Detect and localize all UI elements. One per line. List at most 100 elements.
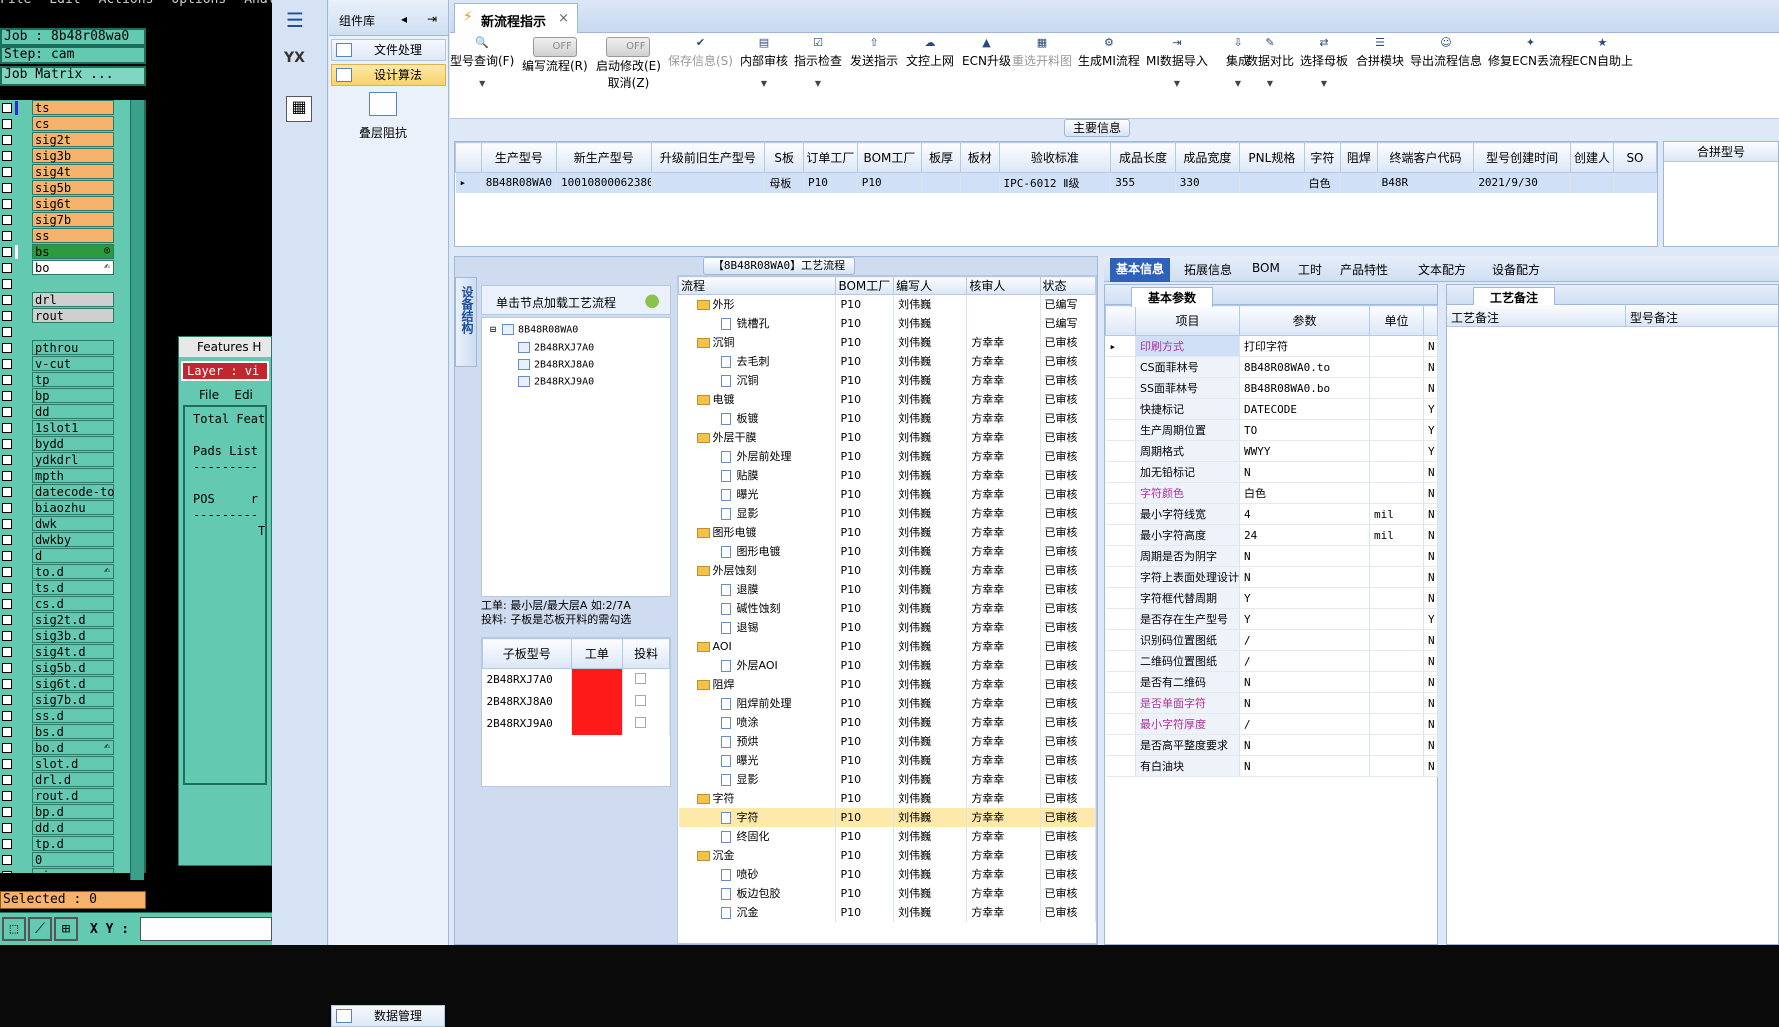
toolbar-button[interactable]: ⇧ 发送指示 (850, 33, 898, 117)
layer-row[interactable]: sig6t (0, 196, 144, 212)
flow-row[interactable]: 阻焊 P10 刘伟巍 方幸幸 已审核 (678, 674, 1096, 694)
column-header[interactable]: 阻焊 (1340, 142, 1378, 173)
layer-row[interactable]: sig3b.d (0, 628, 144, 644)
layer-row[interactable]: cs.d (0, 596, 144, 612)
layer-row[interactable]: sig4t.d (0, 644, 144, 660)
detail-tab[interactable]: 文本配方 (1418, 261, 1466, 278)
flow-row[interactable]: 板镀 P10 刘伟巍 方幸幸 已审核 (678, 408, 1096, 428)
param-value[interactable]: 8B48R08WA0.to (1239, 356, 1370, 378)
flow-row[interactable]: 曝光 P10 刘伟巍 方幸幸 已审核 (678, 484, 1096, 504)
layer-row[interactable]: sig3b (0, 148, 144, 164)
layer-name[interactable]: drl (32, 292, 114, 307)
layer-name[interactable]: drl.d (32, 772, 114, 787)
layer-name[interactable] (32, 276, 114, 291)
expand-icon[interactable]: ⊟ (490, 325, 502, 336)
param-value[interactable]: 8B48R08WA0.bo (1239, 377, 1370, 399)
param-row[interactable]: 周期格式 WWYY Y (1105, 440, 1438, 462)
flow-row[interactable]: 曝光 P10 刘伟巍 方幸幸 已审核 (678, 750, 1096, 770)
flow-row[interactable]: 板边包胶 P10 刘伟巍 方幸幸 已审核 (678, 883, 1096, 903)
param-value[interactable]: DATECODE (1239, 398, 1370, 420)
cam-menu-item[interactable]: Edit (49, 0, 80, 7)
param-row[interactable]: 有白油块 N N (1105, 755, 1438, 777)
flow-step-cell[interactable]: 图形电镀 (678, 541, 837, 561)
layer-checkbox[interactable] (2, 423, 12, 433)
layer-name[interactable]: bo (32, 260, 114, 275)
tree-node[interactable]: 2B48RXJ8A0 (518, 359, 594, 371)
flow-row[interactable]: 铣槽孔 P10 刘伟巍 已编写 (678, 313, 1096, 333)
layer-name[interactable]: bo.d (32, 740, 114, 755)
flow-step-cell[interactable]: 阻焊 (678, 674, 837, 694)
layer-row[interactable]: ss.d (0, 708, 144, 724)
layer-name[interactable]: tp.d (32, 836, 114, 851)
vtab-equipment[interactable]: 设备结构 (455, 277, 477, 367)
job-matrix-button[interactable]: Job Matrix ... (0, 66, 146, 86)
table-cell[interactable] (960, 172, 1000, 193)
param-row[interactable]: 最小字符高度 24 mil N (1105, 524, 1438, 546)
flow-step-cell[interactable]: 碱性蚀刻 (678, 598, 837, 618)
layer-name[interactable]: tp (32, 372, 114, 387)
flow-step-cell[interactable]: 喷砂 (678, 864, 837, 884)
layer-checkbox[interactable] (2, 135, 12, 145)
column-header[interactable]: S板 (764, 142, 805, 173)
flow-row[interactable]: 退膜 P10 刘伟巍 方幸幸 已审核 (678, 579, 1096, 599)
layer-row[interactable]: bs ◎ (0, 244, 144, 260)
param-value[interactable]: 打印字符 (1239, 335, 1370, 357)
layer-name[interactable]: sig6t.d (32, 676, 114, 691)
feed-checkbox[interactable] (635, 716, 647, 728)
cam-menu-item[interactable]: Options (171, 0, 226, 7)
layer-checkbox[interactable] (2, 535, 12, 545)
flow-step-cell[interactable]: 外层蚀刻 (678, 560, 837, 580)
flow-step-cell[interactable]: 沉金 (678, 845, 837, 865)
column-header[interactable]: 流程 (678, 276, 837, 295)
flow-row[interactable]: 字符 P10 刘伟巍 方幸幸 已审核 (678, 807, 1096, 827)
flow-row[interactable]: 沉铜 P10 刘伟巍 方幸幸 已审核 (678, 370, 1096, 390)
toolbar-button[interactable]: ☁ 文控上网 (906, 33, 954, 117)
layer-name[interactable]: ts.d (32, 580, 114, 595)
flow-row[interactable]: AOI P10 刘伟巍 方幸幸 已审核 (678, 636, 1096, 656)
work-order-cell[interactable] (571, 690, 624, 713)
column-header[interactable]: SO (1612, 142, 1658, 173)
detail-tab[interactable]: 工时 (1298, 261, 1322, 278)
cam-menu-item[interactable]: Actions (99, 0, 154, 7)
layer-checkbox[interactable] (2, 647, 12, 657)
layer-row[interactable]: biaozhu (0, 500, 144, 516)
param-row[interactable]: 最小字符线宽 4 mil N (1105, 503, 1438, 525)
detail-tab[interactable]: 产品特性 (1340, 261, 1388, 278)
layer-row[interactable]: drl (0, 292, 144, 308)
layer-checkbox[interactable] (2, 871, 12, 873)
layer-row[interactable]: bydd (0, 436, 144, 452)
flow-step-cell[interactable]: 外层干膜 (678, 427, 837, 447)
flow-step-cell[interactable]: 阻焊前处理 (678, 693, 837, 713)
layer-row[interactable]: bo.d ✍ (0, 740, 144, 756)
layer-checkbox[interactable] (2, 807, 12, 817)
cam-menu-item[interactable]: Analysis (244, 0, 272, 7)
layer-row[interactable]: d (0, 548, 144, 564)
param-value[interactable]: N (1239, 671, 1370, 693)
tab-new-flow[interactable]: ⚡ 新流程指示 × (454, 3, 578, 33)
flow-row[interactable]: 碱性蚀刻 P10 刘伟巍 方幸幸 已审核 (678, 598, 1096, 618)
select-tool-icon[interactable]: ⬚ (2, 917, 26, 941)
feed-checkbox-cell[interactable] (622, 712, 670, 735)
tab-basic-params[interactable]: 基本参数 (1131, 287, 1214, 307)
layer-checkbox[interactable] (2, 471, 12, 481)
flow-step-cell[interactable]: 外形 (678, 294, 837, 314)
flow-row[interactable]: 沉铜 P10 刘伟巍 方幸幸 已审核 (678, 332, 1096, 352)
param-value[interactable]: Y (1239, 608, 1370, 630)
features-menu-file[interactable]: File (199, 388, 219, 402)
flow-row[interactable]: 终固化 P10 刘伟巍 方幸幸 已审核 (678, 826, 1096, 846)
layer-row[interactable]: sig5b.d (0, 660, 144, 676)
table-cell[interactable]: 330 (1175, 172, 1241, 193)
toolbar-button[interactable]: ☰ 合拼模块 (1356, 33, 1404, 117)
table-cell[interactable]: 10010800062380 (556, 172, 652, 193)
layer-name[interactable]: ss.d (32, 708, 114, 723)
column-header[interactable]: 板厚 (921, 142, 961, 173)
layer-row[interactable]: bo ✍ (0, 260, 144, 276)
flow-row[interactable]: 退锡 P10 刘伟巍 方幸幸 已审核 (678, 617, 1096, 637)
layer-name[interactable]: dd (32, 404, 114, 419)
stack-impedance-icon[interactable] (369, 92, 397, 116)
table-cell[interactable]: P10 (803, 172, 858, 193)
layer-name[interactable]: ydkdrl (32, 452, 114, 467)
toggle-switch[interactable]: OFF (532, 37, 577, 57)
param-row[interactable]: 是否单面字符 N N (1105, 692, 1438, 714)
flow-step-cell[interactable]: 铣槽孔 (678, 313, 837, 333)
